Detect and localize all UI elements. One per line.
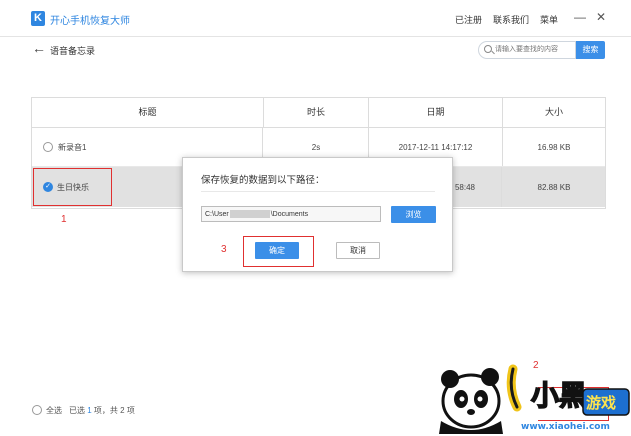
summary-suffix: 项 (126, 406, 135, 415)
save-path-field[interactable]: C:\User \Documents (201, 206, 381, 222)
registered-link[interactable]: 已注册 (455, 13, 482, 26)
annotation-number-3: 3 (221, 244, 227, 255)
select-all-checkbox[interactable] (32, 405, 42, 415)
select-all-label[interactable]: 全选 (46, 405, 62, 416)
page-title: 语音备忘录 (50, 46, 96, 56)
menu-link[interactable]: 菜单 (540, 13, 558, 26)
search-icon (484, 45, 492, 53)
table-header: 标题 时长 日期 大小 (32, 98, 605, 128)
watermark-brand-text: 小黑 (531, 379, 587, 412)
search-input[interactable] (495, 43, 571, 56)
browse-button[interactable]: 浏览 (391, 206, 436, 223)
selection-summary: 已选 1 项，共 2 项 (69, 405, 135, 416)
nav-bar: ← 语音备忘录 搜索 (0, 37, 631, 65)
summary-mid: 项，共 (93, 406, 118, 415)
row-size: 82.88 KB (537, 182, 571, 192)
row-title: 新录音1 (58, 142, 87, 152)
selected-count: 1 (87, 406, 92, 415)
header-date[interactable]: 日期 (369, 98, 503, 127)
title-bar: K 开心手机恢复大师 已注册 联系我们 菜单 — ✕ (0, 0, 631, 37)
path-prefix: C:\User (205, 211, 229, 218)
cancel-button[interactable]: 取消 (336, 242, 380, 259)
search-box[interactable] (478, 41, 576, 59)
header-duration[interactable]: 时长 (264, 98, 369, 127)
panda-logo-icon: 小黑 游戏 www.xiaohei.com (439, 364, 630, 434)
watermark-url-text: www.xiaohei.com (521, 422, 610, 432)
app-logo-icon: K (31, 11, 45, 26)
watermark-game-text: 游戏 (586, 394, 616, 412)
contact-us-link[interactable]: 联系我们 (493, 13, 529, 26)
dialog-title: 保存恢复的数据到以下路径： (201, 175, 325, 186)
app-title: 开心手机恢复大师 (50, 16, 130, 27)
row-size: 16.98 KB (537, 142, 571, 152)
header-size[interactable]: 大小 (503, 98, 605, 127)
xiaohei-watermark-logo: 小黑 游戏 www.xiaohei.com (433, 359, 631, 434)
summary-prefix: 已选 (69, 406, 85, 415)
path-suffix: \Documents (270, 211, 309, 218)
close-icon[interactable]: ✕ (594, 10, 608, 24)
redacted-path-segment (229, 210, 270, 219)
dialog-divider (201, 191, 435, 192)
header-title[interactable]: 标题 (32, 98, 264, 127)
total-count: 2 (120, 406, 125, 415)
minimize-icon[interactable]: — (573, 10, 587, 24)
back-arrow-icon[interactable]: ← (32, 40, 46, 56)
annotation-box-3 (243, 236, 314, 267)
annotation-box-1 (33, 168, 112, 206)
search-button[interactable]: 搜索 (576, 41, 605, 59)
row-checkbox[interactable] (43, 142, 53, 152)
annotation-number-1: 1 (61, 214, 67, 225)
